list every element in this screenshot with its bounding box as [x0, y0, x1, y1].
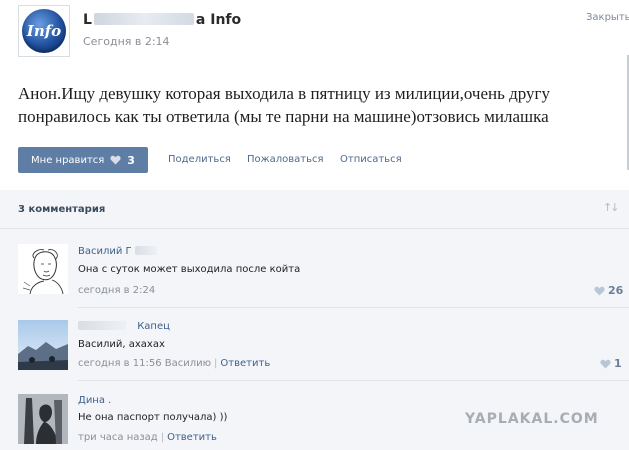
comment-time[interactable]: три часа назад: [78, 432, 158, 443]
comment-like-button[interactable]: 26: [594, 284, 623, 297]
comment-author[interactable]: Капец: [78, 321, 170, 332]
comment-avatar-sketch[interactable]: [18, 244, 68, 294]
sort-arrows-icon[interactable]: ↑↓: [603, 201, 620, 214]
like-button[interactable]: Мне нравится 3: [18, 147, 148, 173]
group-avatar[interactable]: Info: [18, 5, 70, 57]
comment-text: Она с суток может выходила после койта: [78, 264, 301, 275]
watermark: YAPLAKAL.COM: [465, 411, 599, 427]
heart-icon: [600, 359, 611, 369]
meta-separator: |: [160, 432, 165, 443]
unsubscribe-link[interactable]: Отписаться: [340, 154, 402, 165]
comment-avatar-photo[interactable]: [18, 320, 68, 370]
comment-meta: три часа назад | Ответить: [78, 432, 217, 443]
like-count: 3: [127, 153, 135, 167]
post-text: Анон.Ищу девушку которая выходила в пятн…: [18, 84, 551, 126]
info-logo: Info: [22, 9, 66, 53]
comment-time[interactable]: сегодня в 11:56 Василию: [78, 358, 211, 369]
like-label: Мне нравится: [31, 154, 105, 166]
comment-divider: [78, 380, 629, 381]
comment-text: Не она паспорт получала) )): [78, 412, 228, 423]
reply-link[interactable]: Ответить: [220, 358, 270, 369]
comment-text: Василий, ахахах: [78, 339, 165, 350]
post-author[interactable]: La Info: [83, 12, 241, 28]
blurred-author-name: [93, 13, 194, 25]
reply-link[interactable]: Ответить: [167, 432, 217, 443]
blurred-surname: [134, 246, 157, 255]
comment-meta: сегодня в 11:56 Василию | Ответить: [78, 358, 270, 369]
comment-author[interactable]: Василий Г: [78, 246, 157, 257]
comment-avatar-photo[interactable]: [18, 394, 68, 444]
blurred-first-name: [78, 321, 126, 330]
close-link[interactable]: Закрыть: [586, 12, 629, 23]
comments-count[interactable]: 3 комментария: [18, 204, 105, 215]
report-link[interactable]: Пожаловаться: [247, 154, 324, 165]
meta-separator: |: [214, 358, 218, 369]
share-link[interactable]: Поделиться: [168, 154, 231, 165]
post-time[interactable]: Сегодня в 2:14: [83, 35, 170, 48]
comment-divider: [78, 307, 629, 308]
comment-like-button[interactable]: 1: [600, 357, 622, 370]
comment-author[interactable]: Дина .: [78, 395, 111, 406]
comment-time[interactable]: сегодня в 2:24: [78, 285, 155, 296]
heart-icon: [594, 286, 605, 296]
heart-icon: [110, 155, 121, 165]
